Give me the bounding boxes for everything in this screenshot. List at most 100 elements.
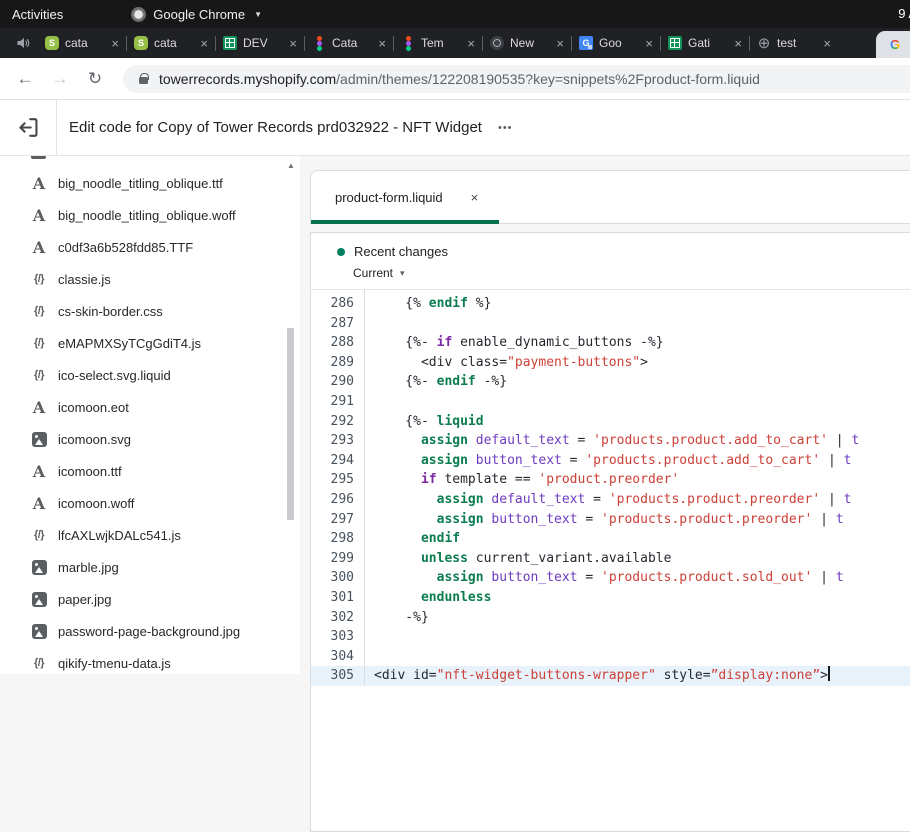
code-line-301[interactable]: 301 endunless <box>311 588 910 608</box>
code-line-299[interactable]: 299 unless current_variant.available <box>311 549 910 569</box>
chevron-down-icon: ▾ <box>400 268 405 279</box>
line-number: 298 <box>311 529 364 549</box>
file-name: classie.js <box>58 272 111 287</box>
code-line-303[interactable]: 303 <box>311 627 910 647</box>
code-line-297[interactable]: 297 assign button_text = 'products.produ… <box>311 510 910 530</box>
scrollbar-up-icon[interactable]: ▲ <box>286 160 296 170</box>
tab-close-icon[interactable]: × <box>556 36 564 51</box>
code-token: = <box>562 453 585 468</box>
line-number: 287 <box>311 314 364 334</box>
keyword-token: button_text <box>491 570 577 585</box>
tab-close-icon[interactable]: × <box>111 36 119 51</box>
exit-code-editor-button[interactable] <box>0 100 57 155</box>
line-number: 299 <box>311 549 364 569</box>
file-name: big_noodle_titling_oblique.ttf <box>58 176 223 191</box>
file-row-icomoon.woff[interactable]: Aicomoon.woff <box>0 487 300 519</box>
line-content: assign button_text = 'products.product.p… <box>364 510 844 530</box>
file-row-eMAPMXSyTCgGdiT4.js[interactable]: {/}eMAPMXSyTCgGdiT4.js <box>0 327 300 359</box>
code-token: template == <box>437 472 539 487</box>
recent-changes-label: Recent changes <box>354 244 448 259</box>
file-name: paper.jpg <box>58 592 112 607</box>
version-dropdown[interactable]: Current ▾ <box>353 266 910 280</box>
image-glyph <box>32 560 47 575</box>
file-row-cs-skin-border.css[interactable]: {/}cs-skin-border.css <box>0 295 300 327</box>
code-line-302[interactable]: 302 -%} <box>311 608 910 628</box>
editor-tab-bar: product-form.liquid × <box>310 170 910 224</box>
file-row-icomoon.ttf[interactable]: Aicomoon.ttf <box>0 455 300 487</box>
tab-close-icon[interactable]: × <box>645 36 653 51</box>
code-line-300[interactable]: 300 assign button_text = 'products.produ… <box>311 568 910 588</box>
file-row-marble.jpg[interactable]: marble.jpg <box>0 551 300 583</box>
code-line-296[interactable]: 296 assign default_text = 'products.prod… <box>311 490 910 510</box>
file-row-big_noodle_titling_oblique.ttf[interactable]: Abig_noodle_titling_oblique.ttf <box>0 167 300 199</box>
back-button[interactable]: ← <box>12 66 38 92</box>
code-line-287[interactable]: 287 <box>311 314 910 334</box>
tab-close-icon[interactable]: × <box>823 36 831 51</box>
line-number: 291 <box>311 392 364 412</box>
code-line-289[interactable]: 289 <div class="payment-buttons"> <box>311 353 910 373</box>
tab-close-icon[interactable]: × <box>378 36 386 51</box>
keyword-token: endif <box>421 531 460 546</box>
file-row-ico-select.svg.liquid[interactable]: {/}ico-select.svg.liquid <box>0 359 300 391</box>
kebab-menu-icon[interactable]: ••• <box>498 122 513 134</box>
font-file-icon: A <box>29 398 49 417</box>
code-file-icon: {/} <box>29 369 49 381</box>
browser-tab-partial[interactable]: G <box>876 31 910 58</box>
code-line-304[interactable]: 304 <box>311 647 910 667</box>
file-row-c0df3a6b528fdd85.TTF[interactable]: Ac0df3a6b528fdd85.TTF <box>0 231 300 263</box>
code-line-295[interactable]: 295 if template == 'product.preorder' <box>311 470 910 490</box>
code-editor[interactable]: 286 {% endif %}287288 {%- if enable_dyna… <box>311 290 910 686</box>
file-row-qikify-tmenu-data.js[interactable]: {/}qikify-tmenu-data.js <box>0 647 300 679</box>
code-line-286[interactable]: 286 {% endif %} <box>311 294 910 314</box>
browser-tab-gati[interactable]: Gati × <box>661 28 749 58</box>
code-token <box>374 492 437 507</box>
browser-tab-new[interactable]: New× <box>483 28 571 58</box>
editor-tab-label: product-form.liquid <box>335 190 443 205</box>
string-token: "nft-widget-buttons-wrapper" <box>437 668 656 683</box>
exit-icon <box>17 116 40 139</box>
file-row-password-page-background.jpg[interactable]: password-page-background.jpg <box>0 615 300 647</box>
code-line-294[interactable]: 294 assign button_text = 'products.produ… <box>311 451 910 471</box>
tab-close-icon[interactable]: × <box>289 36 297 51</box>
file-row-lfcAXLwjkDALc541.js[interactable]: {/}lfcAXLwjkDALc541.js <box>0 519 300 551</box>
code-line-305[interactable]: 305<div id="nft-widget-buttons-wrapper" … <box>311 666 910 686</box>
app-menu-label: Google Chrome <box>153 7 245 22</box>
reload-button[interactable]: ↻ <box>82 66 108 92</box>
file-row-classie.js[interactable]: {/}classie.js <box>0 263 300 295</box>
code-token: %} <box>468 296 491 311</box>
code-line-291[interactable]: 291 <box>311 392 910 412</box>
tab-title: Gati <box>688 36 728 50</box>
editor-tab-close-icon[interactable]: × <box>471 190 479 205</box>
dark-icon <box>490 36 504 50</box>
code-line-292[interactable]: 292 {%- liquid <box>311 412 910 432</box>
file-row-icomoon.eot[interactable]: Aicomoon.eot <box>0 391 300 423</box>
keyword-token: button_text <box>476 453 562 468</box>
app-menu[interactable]: Google Chrome ▼ <box>131 7 262 22</box>
code-line-293[interactable]: 293 assign default_text = 'products.prod… <box>311 431 910 451</box>
file-row-icomoon.svg[interactable]: icomoon.svg <box>0 423 300 455</box>
line-content <box>364 627 374 647</box>
editor-tab-product-form[interactable]: product-form.liquid × <box>335 171 478 223</box>
browser-tab-goo[interactable]: GGoo× <box>572 28 660 58</box>
code-line-298[interactable]: 298 endif <box>311 529 910 549</box>
address-bar[interactable]: towerrecords.myshopify.com/admin/themes/… <box>123 65 910 93</box>
browser-tab-cata[interactable]: Scata× <box>127 28 215 58</box>
browser-tab-tem[interactable]: Tem× <box>394 28 482 58</box>
line-number: 290 <box>311 372 364 392</box>
browser-tab-test[interactable]: ⊕test× <box>750 28 838 58</box>
tab-close-icon[interactable]: × <box>734 36 742 51</box>
tab-close-icon[interactable]: × <box>467 36 475 51</box>
browser-tab-dev[interactable]: DEV× <box>216 28 304 58</box>
activities-button[interactable]: Activities <box>12 7 63 22</box>
tab-close-icon[interactable]: × <box>200 36 208 51</box>
string-token: 'products.product.preorder' <box>609 492 820 507</box>
lock-icon[interactable] <box>139 77 148 84</box>
font-file-icon: A <box>29 238 49 257</box>
sidebar-scrollbar-thumb[interactable] <box>287 328 294 520</box>
code-line-290[interactable]: 290 {%- endif -%} <box>311 372 910 392</box>
browser-tab-cata[interactable]: Scata× <box>38 28 126 58</box>
file-row-big_noodle_titling_oblique.woff[interactable]: Abig_noodle_titling_oblique.woff <box>0 199 300 231</box>
code-line-288[interactable]: 288 {%- if enable_dynamic_buttons -%} <box>311 333 910 353</box>
browser-tab-cata[interactable]: Cata× <box>305 28 393 58</box>
file-row-paper.jpg[interactable]: paper.jpg <box>0 583 300 615</box>
